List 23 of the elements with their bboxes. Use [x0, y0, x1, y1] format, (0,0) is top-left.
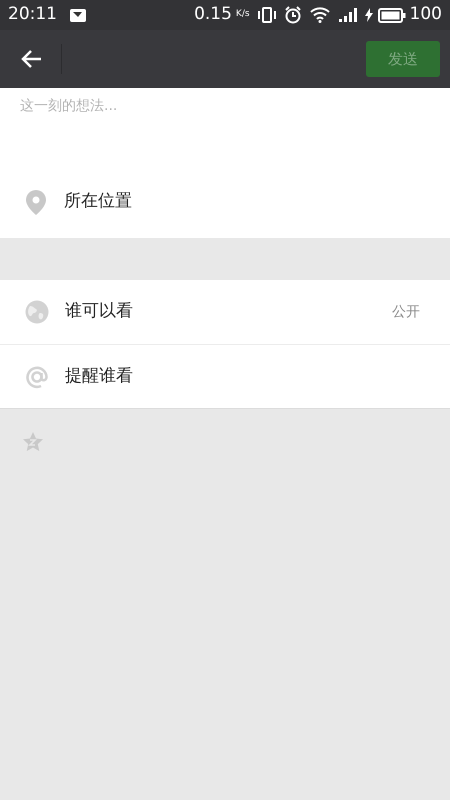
star-icon[interactable] [22, 431, 44, 453]
vibrate-icon [258, 7, 276, 23]
clock: 20:11 [8, 3, 57, 26]
location-pin-icon [25, 188, 47, 216]
option-value: 公开 [392, 302, 420, 322]
notification-icon [69, 8, 87, 22]
option-row[interactable]: 谁可以看 公开 [0, 280, 450, 344]
wifi-icon [310, 7, 330, 23]
at-sign-icon [25, 364, 49, 388]
battery-level: 100 [410, 3, 442, 26]
battery-icon [378, 8, 406, 22]
option-label: 谁可以看 [65, 300, 133, 324]
location-label[interactable]: 所在位置 [64, 189, 132, 215]
option-row[interactable]: 提醒谁看 [0, 344, 450, 408]
post-input[interactable]: 这一刻的想法... [0, 88, 450, 166]
network-speed: 0.15 [194, 3, 232, 26]
globe-icon [25, 300, 49, 324]
speed-unit: K/s [236, 8, 250, 22]
charging-icon [364, 8, 374, 22]
signal-icon [338, 8, 360, 22]
back-icon[interactable] [20, 49, 42, 69]
option-label: 提醒谁看 [65, 364, 133, 388]
alarm-icon [284, 6, 302, 24]
